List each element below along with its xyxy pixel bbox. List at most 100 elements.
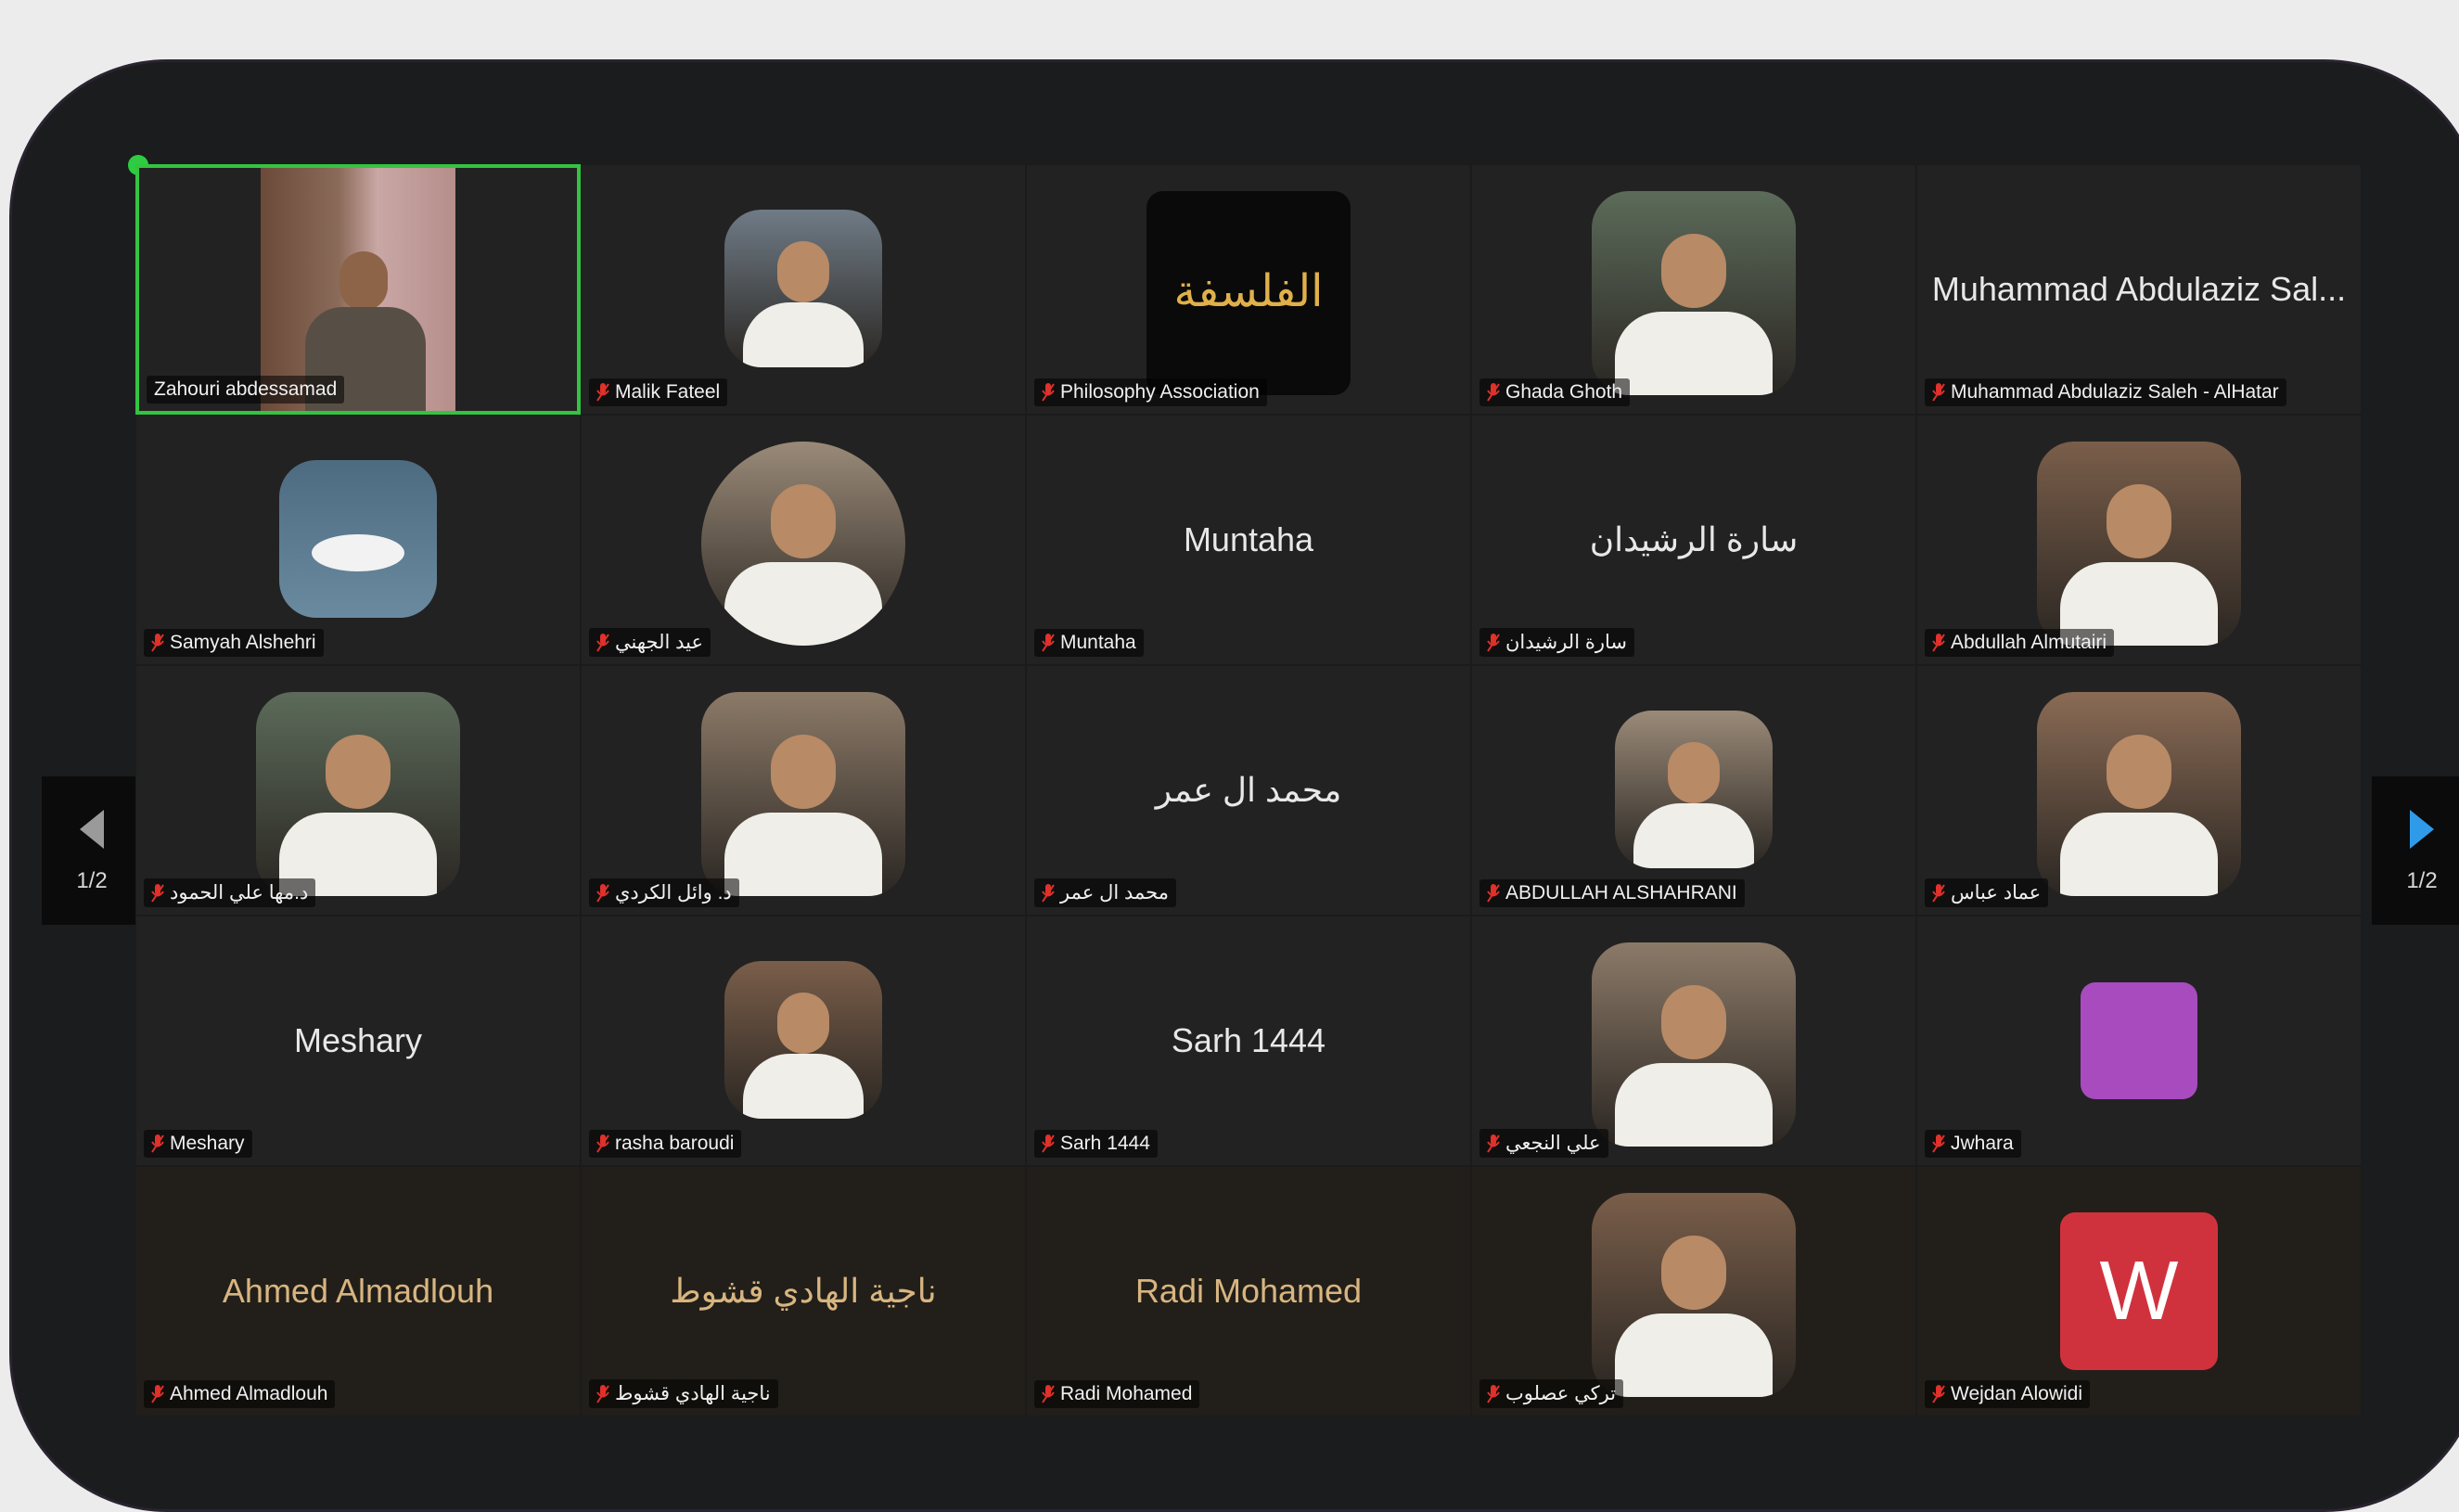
participant-tile[interactable]: Malik Fateel [581, 164, 1026, 415]
participant-name-text: rasha baroudi [615, 1133, 735, 1154]
chevron-right-icon [2406, 808, 2438, 857]
participant-video [261, 168, 455, 411]
participant-display-name: Sarh 1444 [1171, 1021, 1326, 1059]
muted-mic-icon [1932, 1384, 1945, 1404]
participant-name-text: Meshary [170, 1133, 245, 1154]
participant-tile[interactable]: علي النجعي [1471, 916, 1916, 1166]
muted-mic-icon [1487, 1134, 1500, 1154]
participant-tile[interactable]: rasha baroudi [581, 916, 1026, 1166]
participant-tile[interactable]: Sarh 1444 Sarh 1444 [1026, 916, 1471, 1166]
participant-name-text: Ahmed Almadlouh [170, 1383, 328, 1404]
participant-name-label: عماد عباس [1925, 878, 2049, 907]
participant-name-label: Ghada Ghoth [1479, 378, 1631, 406]
participant-display-name: ناجية الهادي قشوط [670, 1272, 937, 1310]
participant-name-text: Samyah Alshehri [170, 632, 316, 653]
participant-tile[interactable]: د. وائل الكردي [581, 665, 1026, 916]
participant-display-name: Radi Mohamed [1134, 1272, 1363, 1310]
participant-tile[interactable]: Ahmed Almadlouh Ahmed Almadlouh [135, 1166, 581, 1416]
participant-name-text: تركي عصلوب [1505, 1383, 1617, 1404]
participant-tile[interactable]: Muntaha Muntaha [1026, 415, 1471, 665]
participant-name-text: ABDULLAH ALSHAHRANI [1505, 882, 1737, 903]
participant-name-label: Sarh 1444 [1034, 1130, 1158, 1158]
participant-tile[interactable]: د.مها علي الحمود [135, 665, 581, 916]
logo-text: الفلسفة [1173, 265, 1324, 317]
participant-avatar [1592, 191, 1796, 395]
participant-avatar [1615, 711, 1773, 868]
muted-mic-icon [151, 633, 164, 653]
participant-tile[interactable]: Radi Mohamed Radi Mohamed [1026, 1166, 1471, 1416]
participant-tile[interactable]: عماد عباس [1916, 665, 2362, 916]
participant-name-label: Meshary [144, 1130, 252, 1158]
participant-name-label: سارة الرشيدان [1479, 628, 1635, 657]
participant-name-label: Jwhara [1925, 1130, 2021, 1158]
muted-mic-icon [1932, 382, 1945, 403]
participant-name-text: محمد ال عمر [1060, 882, 1169, 903]
participant-tile[interactable]: Ghada Ghoth [1471, 164, 1916, 415]
participant-tile[interactable]: ناجية الهادي قشوط ناجية الهادي قشوط [581, 1166, 1026, 1416]
participant-name-label: د.مها علي الحمود [144, 878, 316, 907]
muted-mic-icon [1042, 1134, 1055, 1154]
participant-name-label: Wejdan Alowidi [1925, 1380, 2091, 1408]
next-page-button[interactable]: 1/2 [2372, 776, 2459, 925]
muted-mic-icon [151, 883, 164, 903]
participant-name-text: Abdullah Almutairi [1951, 632, 2107, 653]
participant-name-label: محمد ال عمر [1034, 878, 1176, 907]
participant-name-label: ناجية الهادي قشوط [589, 1379, 778, 1408]
participant-tile[interactable]: Meshary Meshary [135, 916, 581, 1166]
participant-name-label: Muhammad Abdulaziz Saleh - AlHatar [1925, 378, 2286, 406]
participant-name-text: Muhammad Abdulaziz Saleh - AlHatar [1951, 381, 2279, 403]
participant-name-label: Abdullah Almutairi [1925, 629, 2115, 657]
participant-tile[interactable]: الفلسفة Philosophy Association [1026, 164, 1471, 415]
participant-display-name: محمد ال عمر [1155, 771, 1342, 809]
participant-tile[interactable]: Jwhara [1916, 916, 2362, 1166]
muted-mic-icon [1487, 633, 1500, 653]
participant-avatar [2037, 442, 2241, 646]
participant-tile[interactable]: تركي عصلوب [1471, 1166, 1916, 1416]
video-call-window: 1/2 1/2 Zahouri abdessamad Malik Fateel ال… [9, 59, 2459, 1512]
participant-name-text: عيد الجهني [615, 632, 704, 653]
participant-display-name: Muntaha [1183, 520, 1314, 558]
participant-name-label: د. وائل الكردي [589, 878, 739, 907]
muted-mic-icon [151, 1384, 164, 1404]
chevron-left-icon [76, 808, 108, 857]
participant-name-label: Radi Mohamed [1034, 1380, 1200, 1408]
participant-name-label: تركي عصلوب [1479, 1379, 1624, 1408]
muted-mic-icon [596, 1134, 609, 1154]
participant-avatar [279, 460, 437, 618]
participant-name-text: علي النجعي [1505, 1133, 1601, 1154]
participant-name-label: Zahouri abdessamad [147, 376, 345, 404]
participant-display-name: Meshary [293, 1021, 423, 1059]
participant-name-label: Samyah Alshehri [144, 629, 324, 657]
muted-mic-icon [596, 1384, 609, 1404]
participant-name-text: عماد عباس [1951, 882, 2042, 903]
muted-mic-icon [151, 1134, 164, 1154]
participant-name-text: سارة الرشيدان [1505, 632, 1628, 653]
participant-name-text: ناجية الهادي قشوط [615, 1383, 771, 1404]
participant-name-label: علي النجعي [1479, 1129, 1608, 1158]
participant-name-label: Malik Fateel [589, 378, 728, 406]
participant-name-label: Muntaha [1034, 629, 1144, 657]
participant-name-text: Ghada Ghoth [1505, 381, 1623, 403]
participant-tile[interactable]: Muhammad Abdulaziz Sal... Muhammad Abdula… [1916, 164, 2362, 415]
muted-mic-icon [596, 633, 609, 653]
participant-tile[interactable]: Zahouri abdessamad [135, 164, 581, 415]
muted-mic-icon [1042, 1384, 1055, 1404]
previous-page-button[interactable]: 1/2 [42, 776, 142, 925]
muted-mic-icon [1932, 1134, 1945, 1154]
muted-mic-icon [1042, 382, 1055, 403]
participant-tile[interactable]: W Wejdan Alowidi [1916, 1166, 2362, 1416]
participant-name-label: ABDULLAH ALSHAHRANI [1479, 879, 1745, 907]
participant-avatar [256, 692, 460, 896]
participant-avatar: الفلسفة [1146, 191, 1351, 395]
participant-tile[interactable]: سارة الرشيدان سارة الرشيدان [1471, 415, 1916, 665]
participant-tile[interactable]: Samyah Alshehri [135, 415, 581, 665]
participant-tile[interactable]: عيد الجهني [581, 415, 1026, 665]
participant-tile[interactable]: محمد ال عمر محمد ال عمر [1026, 665, 1471, 916]
participant-avatar [1592, 1193, 1796, 1397]
participant-tile[interactable]: Abdullah Almutairi [1916, 415, 2362, 665]
participant-name-text: Malik Fateel [615, 381, 721, 403]
participant-avatar [2081, 982, 2197, 1099]
muted-mic-icon [1487, 382, 1500, 403]
participant-grid: Zahouri abdessamad Malik Fateel الفلسفة Phi… [135, 164, 2362, 1416]
participant-tile[interactable]: ABDULLAH ALSHAHRANI [1471, 665, 1916, 916]
